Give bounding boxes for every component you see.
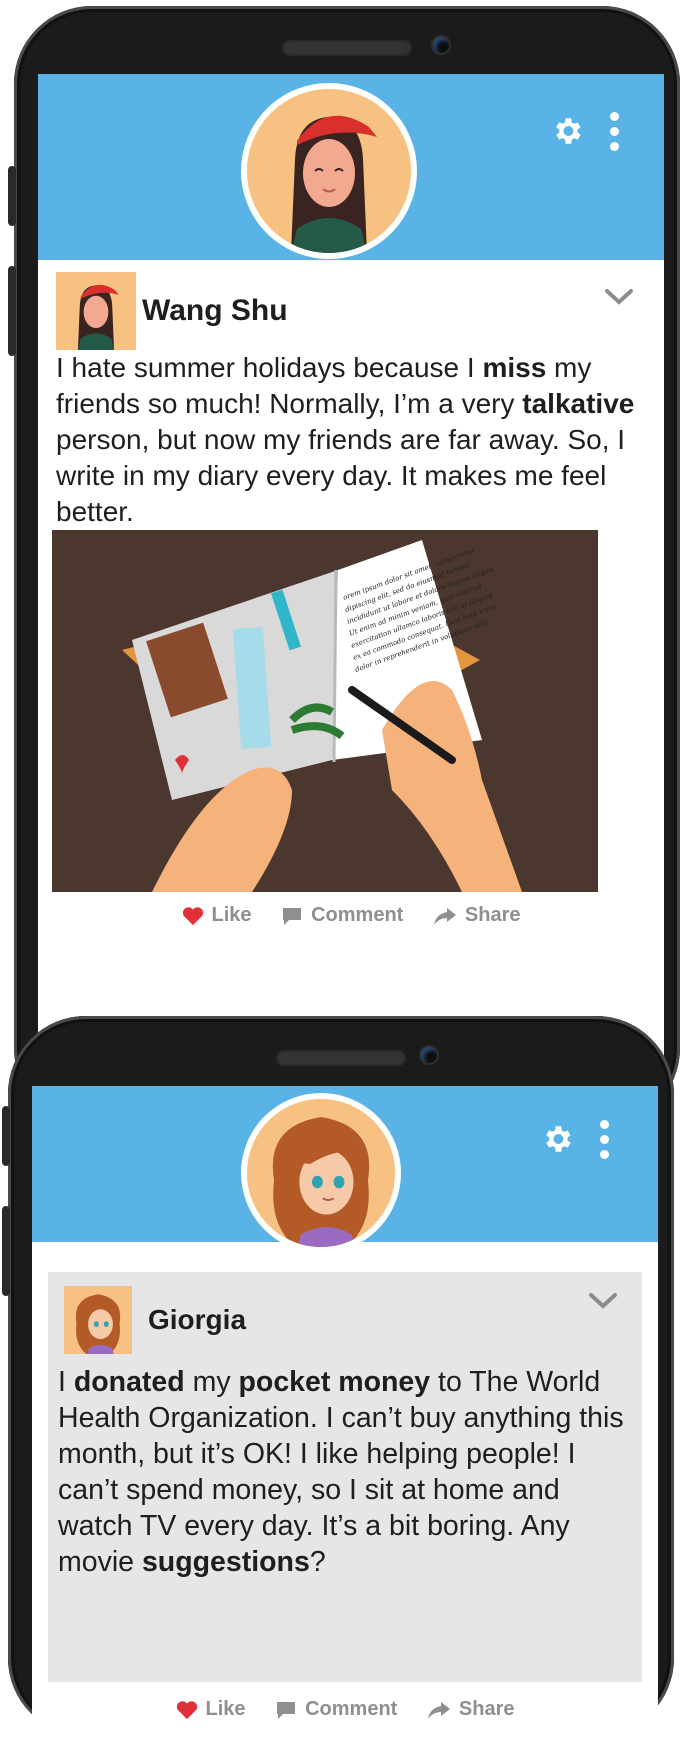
- phone-screen: Wang Shu I hate summer holidays because …: [38, 74, 664, 1084]
- phone-screen: Giorgia I donated my pocket money to The…: [32, 1086, 658, 1746]
- text-bold-segment: miss: [482, 352, 547, 383]
- text-bold-segment: talkative: [522, 388, 635, 419]
- post-author-name[interactable]: Giorgia: [148, 1304, 246, 1336]
- phone-camera: [433, 37, 449, 53]
- post-card: Giorgia I donated my pocket money to The…: [48, 1272, 642, 1682]
- gear-icon[interactable]: [550, 114, 584, 148]
- share-button[interactable]: Share: [427, 1698, 515, 1721]
- phone-side-button: [8, 166, 16, 226]
- diary-illustration: orem ipsum dolor sit amet, consectetur d…: [52, 530, 598, 892]
- comment-label: Comment: [311, 904, 404, 926]
- profile-avatar[interactable]: [241, 83, 417, 259]
- post-image-diary[interactable]: orem ipsum dolor sit amet, consectetur d…: [52, 530, 598, 892]
- comment-button[interactable]: Comment: [275, 1698, 397, 1721]
- heart-icon: [182, 906, 203, 925]
- author-avatar-thumbnail[interactable]: [56, 272, 136, 350]
- heart-icon: [176, 1700, 197, 1719]
- phone-speaker: [276, 1050, 406, 1066]
- phone-frame-top: Wang Shu I hate summer holidays because …: [8, 6, 680, 1126]
- post-actions-bar: Like Comment Share: [32, 1698, 658, 1726]
- curly-hair-girl-thumbnail-icon: [64, 1286, 132, 1354]
- comment-icon: [277, 1701, 296, 1719]
- phone-camera: [421, 1047, 437, 1063]
- chevron-down-icon[interactable]: [588, 1292, 618, 1310]
- phone-side-button: [2, 1106, 10, 1166]
- comment-label: Comment: [305, 1698, 398, 1720]
- kebab-menu-icon[interactable]: [600, 1120, 610, 1160]
- text-bold-segment: pocket money: [238, 1366, 431, 1398]
- text-bold-segment: suggestions: [141, 1546, 310, 1578]
- comment-icon: [283, 907, 302, 925]
- profile-banner: [38, 74, 664, 260]
- like-label: Like: [211, 904, 252, 926]
- text-segment: person, but now my friends are far away.…: [56, 424, 626, 527]
- text-segment: I hate summer holidays because I: [56, 352, 483, 383]
- share-button[interactable]: Share: [433, 904, 521, 927]
- post-actions-bar: Like Comment Share: [38, 904, 664, 932]
- text-bold-segment: donated: [73, 1366, 185, 1398]
- curly-hair-girl-avatar-icon: [247, 1099, 395, 1247]
- text-segment: ?: [309, 1546, 326, 1578]
- phone-side-button: [2, 1206, 10, 1296]
- girl-with-cap-thumbnail-icon: [57, 272, 135, 350]
- profile-banner: [32, 1086, 658, 1253]
- post-body-text: I donated my pocket money to The World H…: [58, 1364, 638, 1580]
- post-author-name[interactable]: Wang Shu: [142, 294, 288, 328]
- phone-side-button: [8, 266, 16, 356]
- phone-speaker: [282, 40, 412, 56]
- share-arrow-icon: [427, 1701, 450, 1719]
- chevron-down-icon[interactable]: [604, 288, 634, 306]
- share-label: Share: [458, 1698, 515, 1720]
- like-label: Like: [205, 1698, 246, 1720]
- author-avatar-thumbnail[interactable]: [64, 1286, 132, 1354]
- post-body-text: I hate summer holidays because I miss my…: [56, 350, 646, 530]
- gear-icon[interactable]: [540, 1122, 574, 1156]
- phone-frame-bottom: Giorgia I donated my pocket money to The…: [2, 1016, 674, 1746]
- like-button[interactable]: Like: [182, 904, 252, 927]
- kebab-menu-icon[interactable]: [610, 112, 620, 152]
- text-segment: I: [58, 1366, 74, 1398]
- profile-avatar[interactable]: [241, 1093, 401, 1253]
- girl-with-cap-avatar-icon: [247, 89, 411, 253]
- comment-button[interactable]: Comment: [281, 904, 403, 927]
- like-button[interactable]: Like: [176, 1698, 246, 1721]
- text-segment: my: [184, 1366, 239, 1398]
- share-arrow-icon: [433, 907, 456, 925]
- share-label: Share: [464, 904, 521, 926]
